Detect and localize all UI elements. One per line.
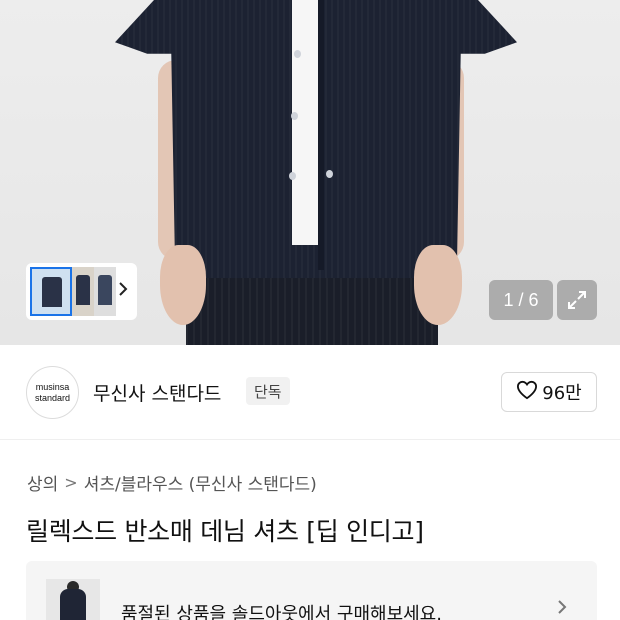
shirt-button — [291, 112, 298, 120]
shirt-button — [289, 172, 296, 180]
breadcrumb-subcategory[interactable]: 셔츠/블라우스 (무신사 스탠다드) — [84, 470, 317, 495]
left-hand — [160, 245, 206, 325]
right-hand — [414, 245, 462, 325]
soldout-banner[interactable]: 품절된 상품을 솔드아웃에서 구매해보세요. — [26, 561, 597, 620]
breadcrumb-category[interactable]: 상의 — [27, 470, 58, 495]
brand-logo-line2: standard — [34, 392, 71, 403]
soldout-product-thumbnail — [46, 579, 100, 620]
shirt-placket — [318, 0, 324, 270]
image-counter: 1 / 6 — [489, 280, 553, 320]
brand-logo-line1: musinsa — [35, 381, 70, 392]
soldout-banner-text: 품절된 상품을 솔드아웃에서 구매해보세요. — [121, 604, 442, 620]
pants — [186, 278, 438, 345]
thumbnail-1[interactable] — [30, 267, 72, 316]
chevron-right-icon[interactable] — [117, 281, 129, 302]
breadcrumb: 상의 > 셔츠/블라우스 (무신사 스탠다드) — [27, 470, 317, 495]
shirt-button — [294, 50, 301, 58]
breadcrumb-separator: > — [64, 473, 78, 492]
heart-icon — [516, 380, 538, 405]
shirt-button — [326, 170, 333, 178]
undershirt — [292, 0, 320, 245]
exclusive-badge: 단독 — [246, 377, 290, 405]
thumbnail-strip[interactable] — [26, 263, 137, 320]
chevron-right-icon — [556, 597, 568, 620]
brand-name[interactable]: 무신사 스탠다드 — [93, 379, 221, 406]
like-button[interactable]: 96만 — [501, 372, 597, 412]
thumbnail-2[interactable] — [72, 267, 94, 316]
product-title: 릴렉스드 반소매 데님 셔츠 [딥 인디고] — [26, 517, 424, 546]
thumbnail-3[interactable] — [94, 267, 116, 316]
brand-row: musinsa standard 무신사 스탠다드 단독 96만 — [0, 345, 620, 440]
expand-icon[interactable] — [557, 280, 597, 320]
brand-logo[interactable]: musinsa standard — [26, 366, 79, 419]
product-image[interactable]: 1 / 6 — [0, 0, 620, 345]
like-count: 96만 — [542, 383, 582, 404]
